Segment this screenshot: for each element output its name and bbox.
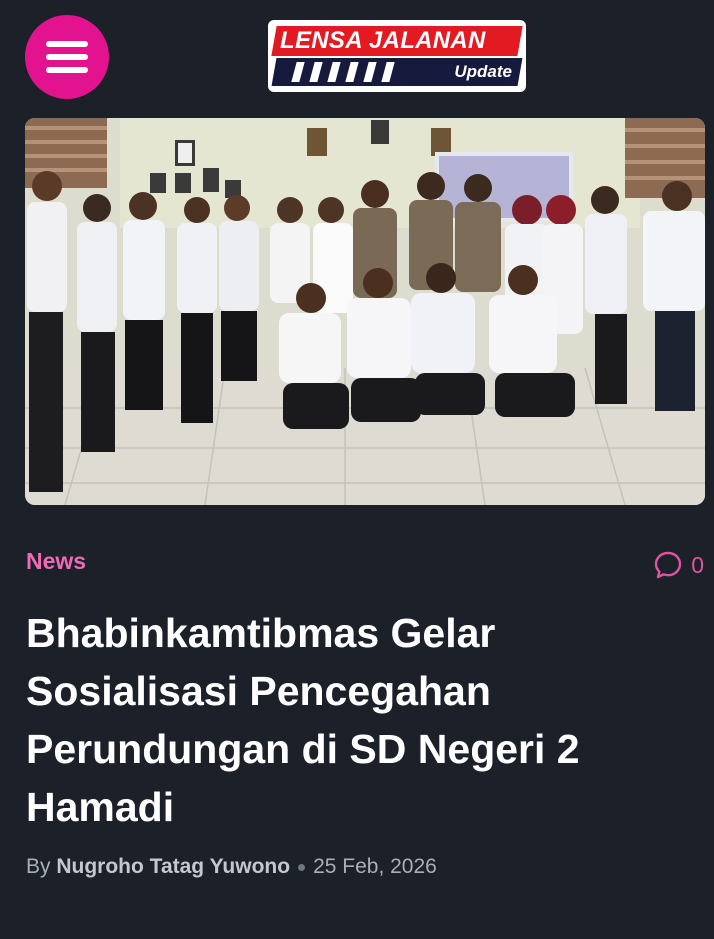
article-image[interactable] [25, 118, 705, 505]
separator-dot [298, 863, 306, 871]
comment-bubble-icon [655, 551, 682, 579]
comments-link[interactable]: 0 [653, 548, 704, 582]
author-link[interactable]: Nugroho Tatag Yuwono [56, 855, 290, 878]
hamburger-menu-icon-bar [46, 54, 88, 60]
photo-image [25, 118, 705, 505]
byline: By Nugroho Tatag Yuwono 25 Feb, 2026 [26, 855, 437, 879]
logo-title: LENSA JALANAN [280, 27, 486, 54]
byline-prefix: By [26, 855, 51, 878]
menu-button[interactable] [25, 15, 109, 99]
site-header: LENSA JALANAN Update [0, 0, 714, 116]
site-logo[interactable]: LENSA JALANAN Update [268, 20, 526, 92]
category-link[interactable]: News [26, 548, 86, 575]
logo-subtitle: Update [454, 62, 512, 81]
hamburger-menu-icon [46, 41, 88, 47]
comment-count: 0 [691, 551, 704, 578]
publish-date: 25 Feb, 2026 [313, 855, 437, 878]
article-title[interactable]: Bhabinkamtibmas Gelar Sosialisasi Penceg… [26, 604, 666, 836]
hamburger-menu-icon-bar [46, 67, 88, 73]
logo-stripes [288, 58, 398, 86]
